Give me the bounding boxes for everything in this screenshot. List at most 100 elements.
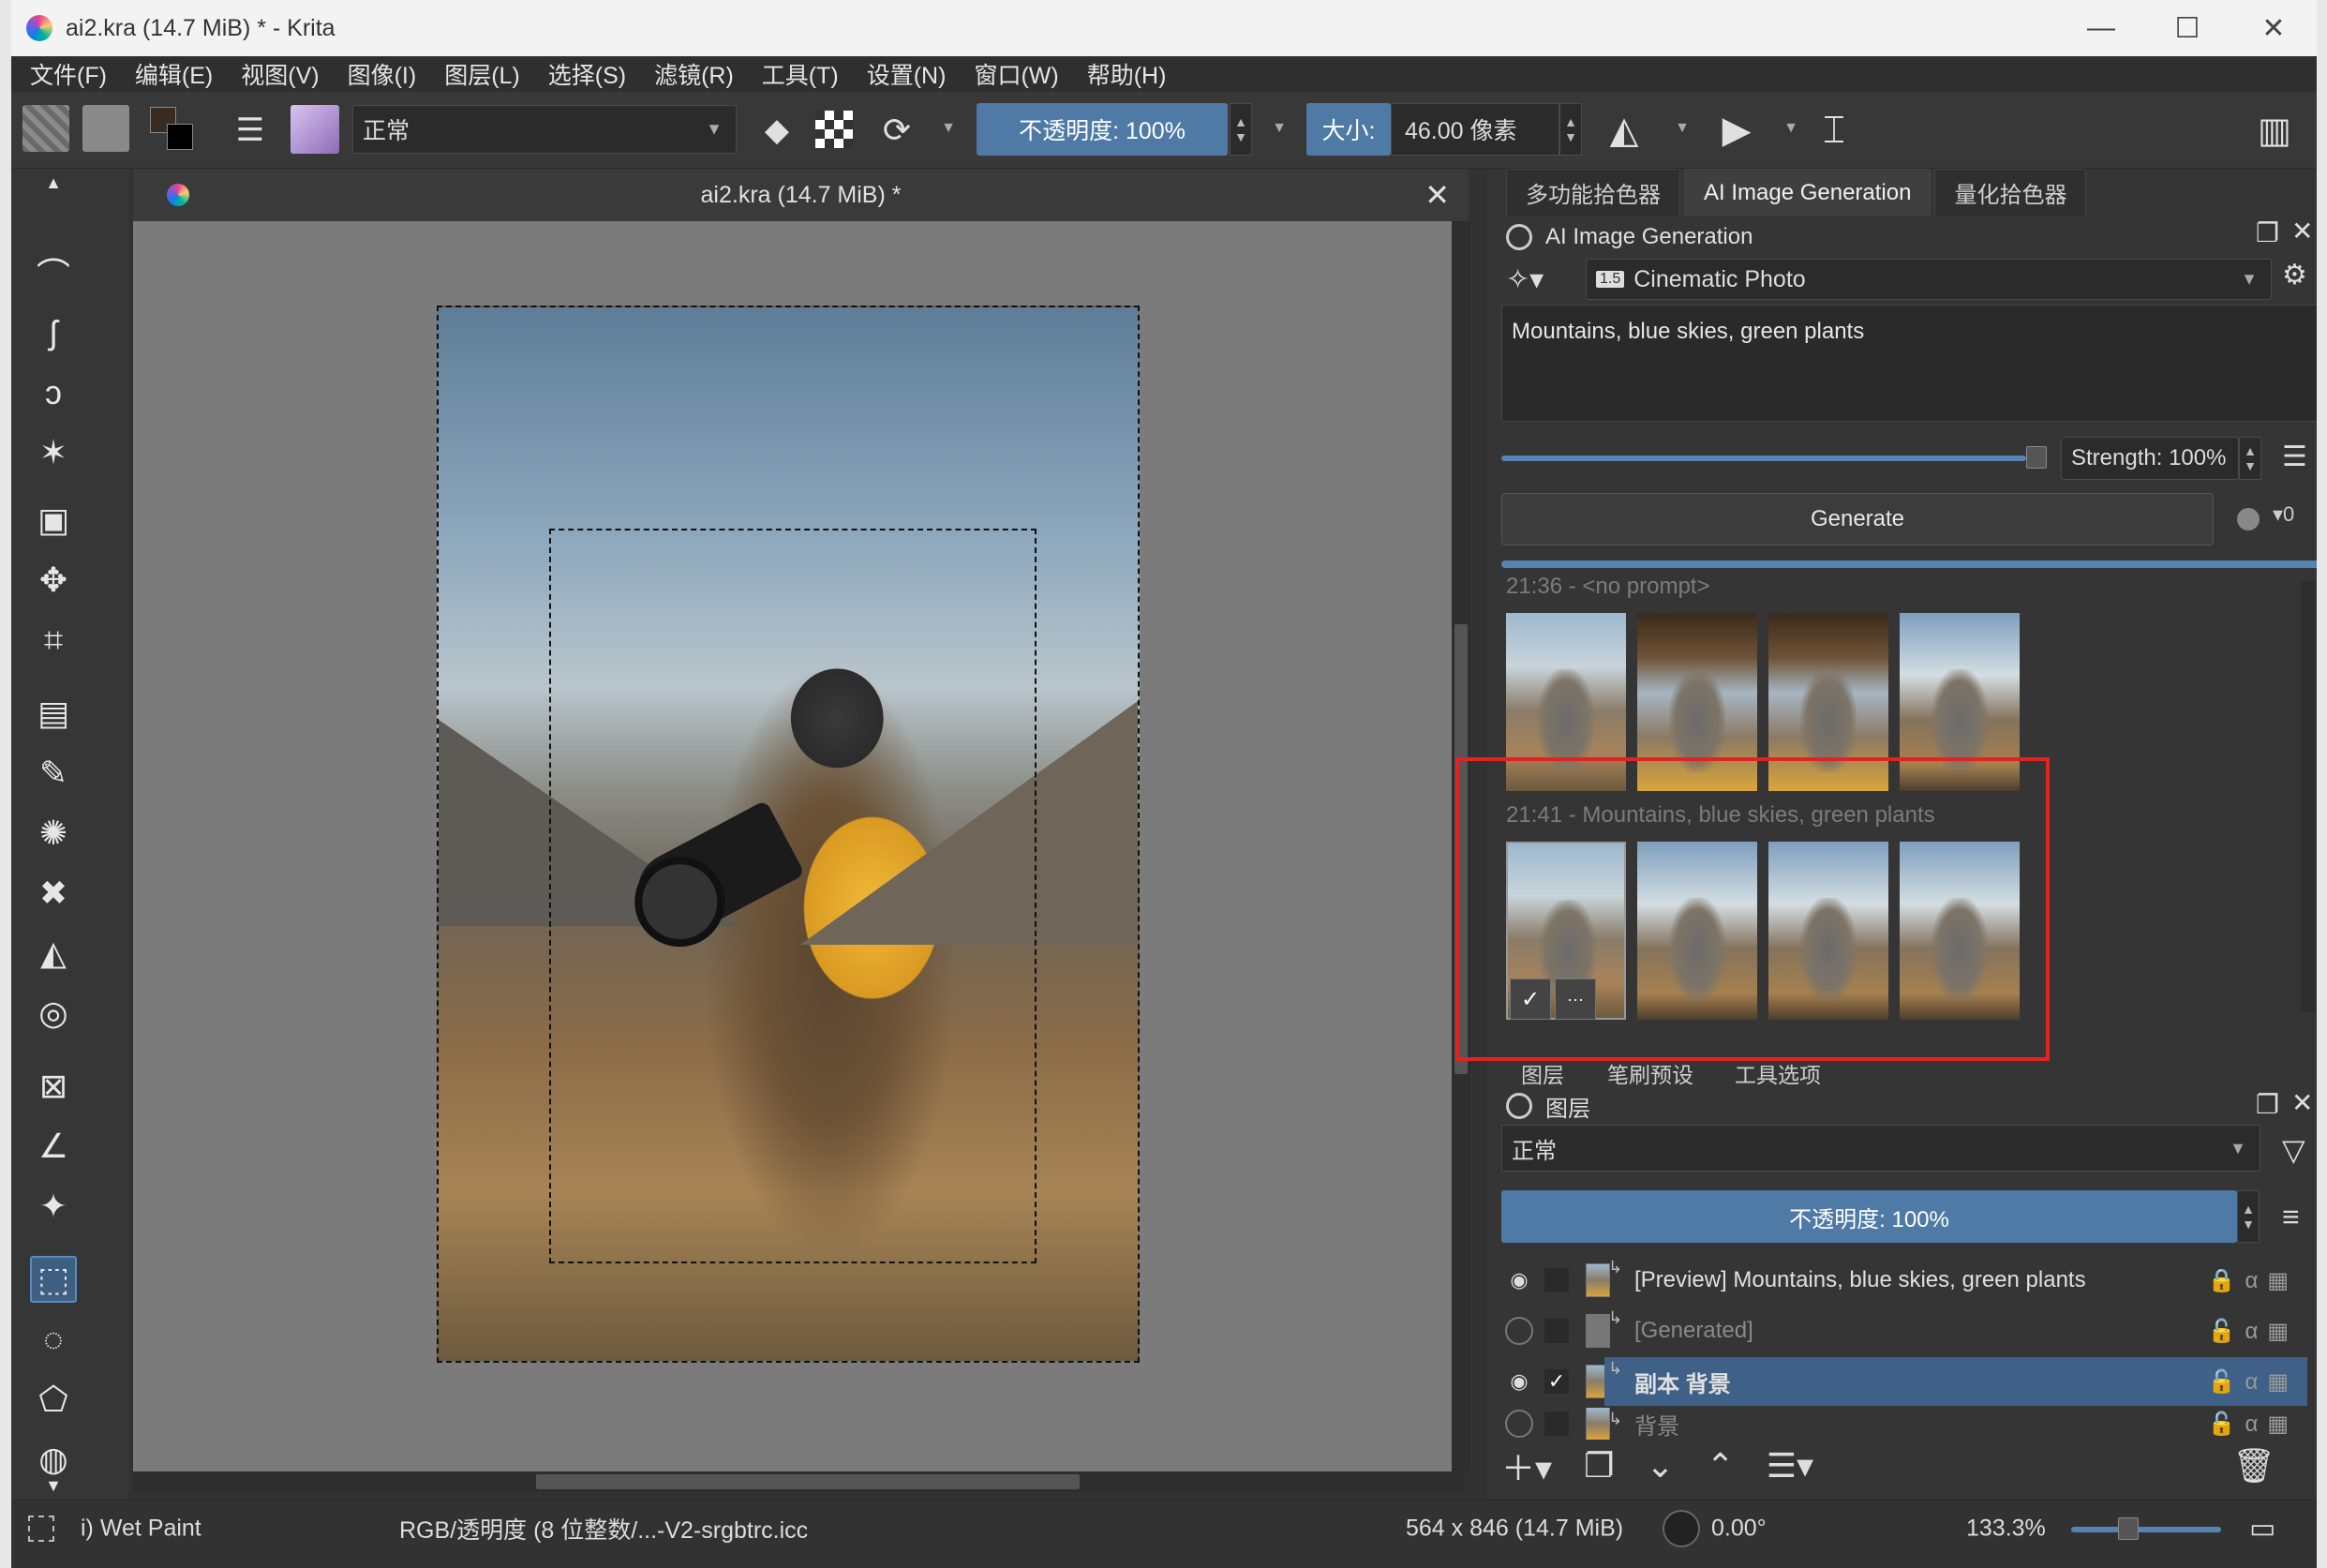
selection-mode-icon[interactable] <box>28 1515 54 1542</box>
chevron-down-icon[interactable]: ▼ <box>1265 114 1293 142</box>
add-layer-icon[interactable]: ＋▾ <box>1501 1441 1552 1490</box>
layer-properties-icon[interactable]: ☰▾ <box>1767 1446 1813 1486</box>
multibrush-tool-icon[interactable]: ✶ <box>30 429 77 476</box>
toolbox-scroll-up-icon[interactable]: ▲ <box>30 169 77 197</box>
toolbox-scroll-down-icon[interactable]: ▼ <box>30 1471 77 1500</box>
menu-window[interactable]: 窗口(W) <box>974 57 1058 91</box>
move-layer-up-icon[interactable]: ⌃ <box>1707 1446 1735 1486</box>
bezier-curve-tool-icon[interactable]: ⌒ <box>30 249 77 296</box>
workspace-icon[interactable]: ▥ <box>2251 107 2298 154</box>
close-document-icon[interactable]: ✕ <box>1425 177 1450 213</box>
tab-brush-presets[interactable]: 笔刷预设 <box>1607 1057 1693 1089</box>
brush-settings-icon[interactable]: ☰ <box>227 107 274 154</box>
layer-menu-icon[interactable]: ≡ <box>2282 1200 2300 1234</box>
visibility-eye-icon[interactable]: ◉ <box>1505 1367 1533 1396</box>
mirror-horizontal-icon[interactable]: ◭ <box>1601 107 1648 154</box>
delete-layer-icon[interactable]: 🗑 <box>2232 1446 2275 1486</box>
size-spin[interactable]: ▲ ▼ <box>1559 103 1582 156</box>
queue-menu[interactable]: ▾ 0 <box>2273 502 2294 527</box>
reload-preset-icon[interactable]: ⟳ <box>873 107 920 154</box>
document-tab[interactable]: ai2.kra (14.7 MiB) * ✕ <box>133 169 1469 221</box>
layer-row-selected[interactable]: ◉ ✓ ↳ 副本 背景 🔓α▦ <box>1501 1357 2307 1406</box>
rotation-value[interactable]: 0.00° <box>1711 1515 1767 1542</box>
chevron-down-icon[interactable]: ▼ <box>1777 114 1805 142</box>
selection-marquee[interactable] <box>549 529 1037 1263</box>
zoom-slider[interactable] <box>2071 1527 2221 1532</box>
opacity-slider[interactable]: 不透明度: 100% <box>977 103 1228 156</box>
polygonal-selection-tool-icon[interactable]: ⬠ <box>30 1376 77 1423</box>
dynamic-brush-tool-icon[interactable]: ↄ <box>30 369 77 416</box>
menu-image[interactable]: 图像(I) <box>348 57 417 91</box>
float-docker-icon[interactable]: ❐ <box>2256 1089 2279 1120</box>
fit-view-icon[interactable]: ▭ <box>2249 1512 2275 1545</box>
maximize-button[interactable]: ☐ <box>2144 0 2230 56</box>
color-picker-tool-icon[interactable]: ✎ <box>30 750 77 797</box>
layer-name[interactable]: [Preview] Mountains, blue skies, green p… <box>1634 1267 2086 1293</box>
layer-checkbox[interactable] <box>1544 1268 1569 1292</box>
layer-opacity-slider[interactable]: 不透明度: 100% <box>1501 1190 2237 1243</box>
prompt-input[interactable]: Mountains, blue skies, green plants <box>1501 305 2317 422</box>
layer-name[interactable]: 副本 背景 <box>1634 1366 1731 1398</box>
layer-blend-mode-select[interactable]: 正常 ▼ <box>1501 1125 2260 1172</box>
lock-icon[interactable] <box>1506 1093 1532 1119</box>
gradient-preset-button[interactable] <box>22 105 69 152</box>
style-select[interactable]: 1.5 Cinematic Photo ▼ <box>1586 259 2272 300</box>
mirror-vertical-icon[interactable]: ▶ <box>1713 107 1760 154</box>
blend-mode-select[interactable]: 正常 ▼ <box>352 105 737 154</box>
visibility-eye-off-icon[interactable]: · <box>1505 1410 1533 1438</box>
menu-tools[interactable]: 工具(T) <box>762 57 839 91</box>
eraser-icon[interactable]: ◆ <box>753 107 800 154</box>
opacity-spin[interactable]: ▲ ▼ <box>1230 103 1252 156</box>
visibility-eye-icon[interactable]: ◉ <box>1505 1266 1533 1294</box>
tab-layers[interactable]: 图层 <box>1521 1057 1564 1089</box>
canvas-horizontal-scrollbar[interactable] <box>133 1471 1464 1492</box>
enclose-fill-tool-icon[interactable]: ◎ <box>30 990 77 1037</box>
rectangular-selection-tool-icon[interactable]: ⬚ <box>30 1256 77 1303</box>
gradient-tool-icon[interactable]: ▤ <box>30 690 77 737</box>
menu-help[interactable]: 帮助(H) <box>1087 57 1167 91</box>
layer-row[interactable]: · ↳ [Generated] 🔓α▦ <box>1501 1307 2307 1355</box>
close-docker-icon[interactable]: ✕ <box>2291 1087 2313 1118</box>
canvas[interactable] <box>133 221 1464 1471</box>
tab-advanced-color-selector[interactable]: 多功能拾色器 <box>1506 169 1680 216</box>
tab-tool-options[interactable]: 工具选项 <box>1735 1057 1821 1089</box>
zoom-slider-handle[interactable] <box>2118 1517 2139 1540</box>
layer-lock-alpha-icons[interactable]: 🔓α▦ <box>2208 1411 2298 1438</box>
chevron-down-icon[interactable]: ▼ <box>1668 114 1696 142</box>
move-tool-icon[interactable]: ✥ <box>30 557 77 604</box>
close-window-button[interactable]: ✕ <box>2230 0 2317 56</box>
freehand-path-tool-icon[interactable]: ʃ <box>30 309 77 356</box>
layers-stack-icon[interactable]: ☰ <box>2282 441 2307 473</box>
close-docker-icon[interactable]: ✕ <box>2291 216 2313 246</box>
assistant-tool-icon[interactable]: ✖ <box>30 870 77 917</box>
strength-slider[interactable] <box>1501 455 2026 461</box>
tab-ai-image-generation[interactable]: AI Image Generation <box>1684 169 1932 216</box>
duplicate-layer-icon[interactable]: ❐ <box>1584 1446 1614 1486</box>
magic-wand-icon[interactable]: ✧▾ <box>1506 259 1562 300</box>
visibility-eye-off-icon[interactable]: · <box>1505 1317 1533 1345</box>
elliptical-selection-tool-icon[interactable]: ◌ <box>30 1316 77 1363</box>
float-docker-icon[interactable]: ❐ <box>2256 217 2279 248</box>
generate-button[interactable]: Generate <box>1501 493 2214 545</box>
size-slider[interactable]: 46.00 像素 <box>1391 103 1559 156</box>
strength-slider-handle[interactable] <box>2026 446 2047 469</box>
layer-checkbox[interactable] <box>1544 1319 1569 1343</box>
layer-checkbox-checked[interactable]: ✓ <box>1544 1369 1569 1394</box>
layer-checkbox[interactable] <box>1544 1411 1569 1436</box>
lock-icon[interactable] <box>1506 224 1532 250</box>
smart-patch-tool-icon[interactable]: ✺ <box>30 810 77 857</box>
zoom-value[interactable]: 133.3% <box>1966 1515 2046 1542</box>
preserve-alpha-icon[interactable] <box>815 111 853 148</box>
wrap-around-icon[interactable]: ⌶ <box>1811 107 1857 154</box>
menu-file[interactable]: 文件(F) <box>30 57 107 91</box>
settings-gear-icon[interactable]: ⚙ <box>2282 259 2307 291</box>
layer-lock-alpha-icons[interactable]: 🔓α▦ <box>2208 1318 2298 1345</box>
layer-lock-alpha-icons[interactable]: 🔒α▦ <box>2208 1267 2298 1294</box>
filter-icon[interactable]: ▽ <box>2282 1132 2305 1168</box>
layer-row[interactable]: ◉ ↳ [Preview] Mountains, blue skies, gree… <box>1501 1256 2307 1305</box>
measure-tool-icon[interactable]: ∠ <box>30 1123 77 1170</box>
strength-field[interactable]: Strength: 100% <box>2061 437 2239 480</box>
crop-tool-icon[interactable]: ⌗ <box>30 617 77 664</box>
layer-name[interactable]: 背景 <box>1634 1408 1679 1440</box>
minimize-button[interactable]: — <box>2058 0 2144 56</box>
